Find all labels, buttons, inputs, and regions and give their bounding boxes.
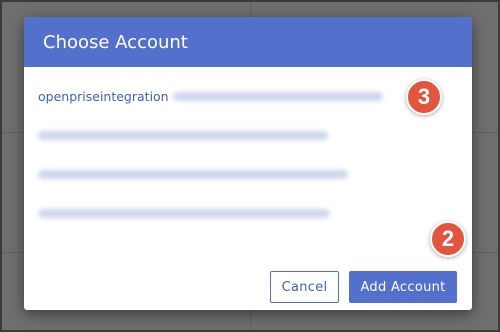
account-list: openpriseintegration [38, 86, 398, 242]
step-badge: 3 [406, 79, 442, 115]
account-item[interactable] [38, 164, 398, 184]
redacted-account [38, 208, 330, 218]
add-account-button[interactable]: Add Account [349, 271, 457, 303]
dialog-title: Choose Account [43, 31, 188, 53]
redacted-account [38, 169, 348, 179]
dialog-header: Choose Account [24, 17, 472, 67]
account-name: openpriseintegration [38, 88, 169, 104]
step-badge: 2 [430, 221, 466, 257]
account-item[interactable] [38, 203, 398, 223]
cancel-button[interactable]: Cancel [270, 271, 339, 303]
account-item[interactable]: openpriseintegration [38, 86, 398, 106]
redacted-account [38, 130, 328, 140]
choose-account-dialog: Choose Account openpriseintegration Canc… [24, 17, 472, 310]
account-item[interactable] [38, 125, 398, 145]
redacted-email [172, 91, 383, 101]
